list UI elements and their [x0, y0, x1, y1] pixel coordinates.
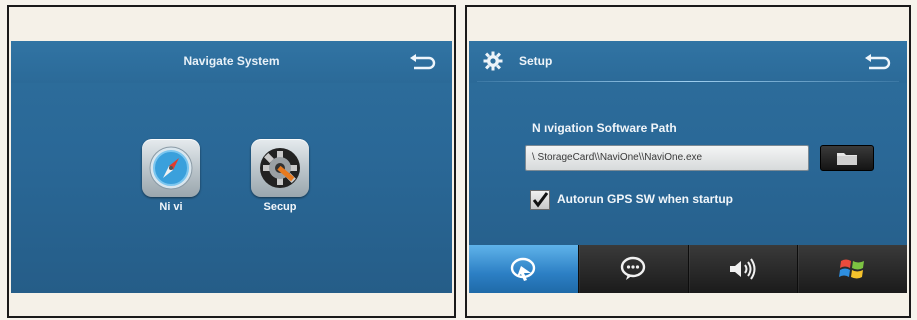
- settings-gear-icon: [251, 139, 309, 197]
- gear-icon: [483, 51, 503, 71]
- dock-navigation-button[interactable]: [469, 245, 579, 293]
- back-arrow-icon: [410, 54, 436, 70]
- windows-logo-icon: [838, 259, 864, 279]
- header-bar: Navigate System: [11, 41, 452, 83]
- folder-icon: [837, 153, 857, 165]
- dock-windows-button[interactable]: [798, 245, 907, 293]
- back-button[interactable]: [863, 53, 891, 71]
- checkmark-icon: [532, 192, 549, 208]
- speaker-volume-icon: [729, 258, 756, 280]
- autorun-checkbox-label: Autorun GPS SW when startup: [557, 192, 733, 206]
- setup-app-button[interactable]: Secup: [244, 139, 316, 213]
- navigation-icon: [511, 257, 536, 281]
- bottom-dock: [469, 245, 907, 293]
- dock-volume-button[interactable]: [689, 245, 799, 293]
- compass-icon: [142, 139, 200, 197]
- dock-message-button[interactable]: [579, 245, 689, 293]
- left-device-frame: Navigate System Ni vi Secup: [7, 5, 456, 318]
- setup-screen: Setup N ıvigation Software Path \ Storag…: [469, 41, 907, 293]
- navigation-path-label: N ıvigation Software Path: [532, 121, 677, 135]
- header-bar: Setup: [469, 41, 907, 83]
- screen-title: Navigate System: [183, 54, 280, 68]
- screen-title: Setup: [519, 54, 553, 68]
- navi-app-label: Ni vi: [159, 201, 183, 213]
- autorun-checkbox[interactable]: [530, 190, 550, 210]
- navi-app-button[interactable]: Ni vi: [135, 139, 207, 213]
- navigate-system-screen: Navigate System Ni vi Secup: [11, 41, 452, 293]
- chat-bubble-icon: [620, 256, 646, 280]
- navigation-path-input[interactable]: \ StorageCard\\NaviOne\\NaviOne.exe: [525, 145, 809, 171]
- setup-app-label: Secup: [263, 201, 297, 213]
- right-device-frame: Setup N ıvigation Software Path \ Storag…: [465, 5, 911, 318]
- browse-folder-button[interactable]: [820, 145, 874, 171]
- header-divider: [477, 81, 899, 82]
- back-arrow-icon: [865, 54, 891, 70]
- back-button[interactable]: [408, 53, 436, 71]
